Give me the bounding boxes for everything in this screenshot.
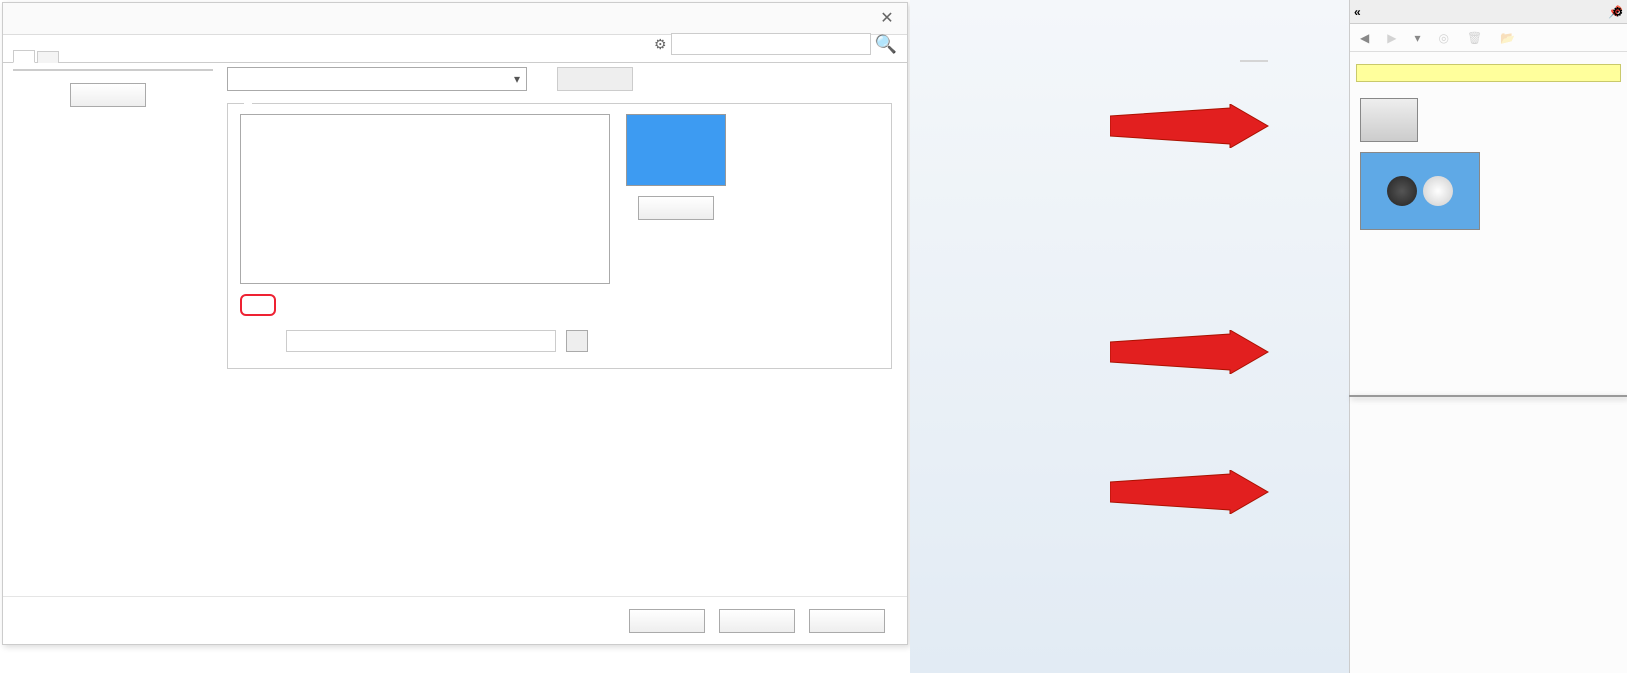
background-image-file-input[interactable] xyxy=(286,330,556,352)
annotation-arrow-2 xyxy=(1110,330,1270,374)
collapse-chevron-icon[interactable]: « xyxy=(1354,5,1361,19)
panel-nav-toolbar: ◀ ▶ ▾ ◎ 🗑 📂 xyxy=(1350,24,1627,52)
panel-settings-gear-icon[interactable]: ⚙ xyxy=(1612,5,1623,19)
dialog-tabs: ⚙ 🔍 xyxy=(3,35,907,63)
delete-scheme-button xyxy=(557,67,633,91)
background-radio-group xyxy=(240,320,879,324)
annotation-arrow-1 xyxy=(1110,104,1270,148)
options-content xyxy=(213,63,907,596)
scene-thumbnail-area xyxy=(1350,86,1627,238)
scene-tree[interactable] xyxy=(1350,52,1627,60)
cancel-button[interactable] xyxy=(719,609,795,633)
tab-document-properties[interactable] xyxy=(37,51,59,63)
search-input[interactable] xyxy=(671,33,871,55)
ok-button[interactable] xyxy=(629,609,705,633)
browse-file-button[interactable] xyxy=(566,330,588,352)
color-preview-swatch xyxy=(626,114,726,186)
reset-button[interactable] xyxy=(70,83,146,107)
nav-back-icon[interactable]: ◀ xyxy=(1360,31,1369,45)
preview-column xyxy=(626,114,726,284)
scene-context-menu xyxy=(1349,395,1627,397)
system-options-dialog: ✕ ⚙ 🔍 xyxy=(2,2,908,645)
task-pane-iconbar xyxy=(1240,60,1268,62)
dialog-close-button[interactable]: ✕ xyxy=(877,9,897,29)
open-folder-icon[interactable]: 📂 xyxy=(1500,31,1515,45)
dialog-titlebar: ✕ xyxy=(3,3,907,35)
color-item-list[interactable] xyxy=(240,114,610,284)
highlight-default-scene-row xyxy=(240,294,276,316)
panel-title: « ⚙ 📌 xyxy=(1350,0,1627,24)
options-category-list[interactable] xyxy=(13,69,213,71)
apply-icon[interactable]: ◎ xyxy=(1439,31,1449,45)
dialog-body xyxy=(3,63,907,596)
edit-color-button[interactable] xyxy=(638,196,714,220)
dialog-footer xyxy=(3,596,907,644)
search-options-gear-icon[interactable]: ⚙ xyxy=(654,36,667,53)
annotation-arrow-3 xyxy=(1110,470,1270,514)
color-scheme-select[interactable] xyxy=(227,67,527,91)
appearances-scenes-panel: « ⚙ 📌 ◀ ▶ ▾ ◎ 🗑 📂 xyxy=(1349,0,1627,673)
nav-dropdown-icon[interactable]: ▾ xyxy=(1414,31,1420,45)
scene-thumbnail-selected[interactable] xyxy=(1360,152,1480,230)
graphics-workspace: « ⚙ 📌 ◀ ▶ ▾ ◎ 🗑 📂 xyxy=(910,0,1627,673)
help-button[interactable] xyxy=(809,609,885,633)
scene-thumbnail-lightbox[interactable] xyxy=(1360,98,1418,142)
drag-drop-hint-tooltip xyxy=(1356,64,1621,82)
delete-icon[interactable]: 🗑 xyxy=(1467,31,1482,45)
nav-fwd-icon[interactable]: ▶ xyxy=(1387,31,1396,45)
tab-system-options[interactable] xyxy=(13,50,35,63)
color-scheme-settings-group xyxy=(227,103,892,369)
search-icon[interactable]: 🔍 xyxy=(875,34,897,55)
